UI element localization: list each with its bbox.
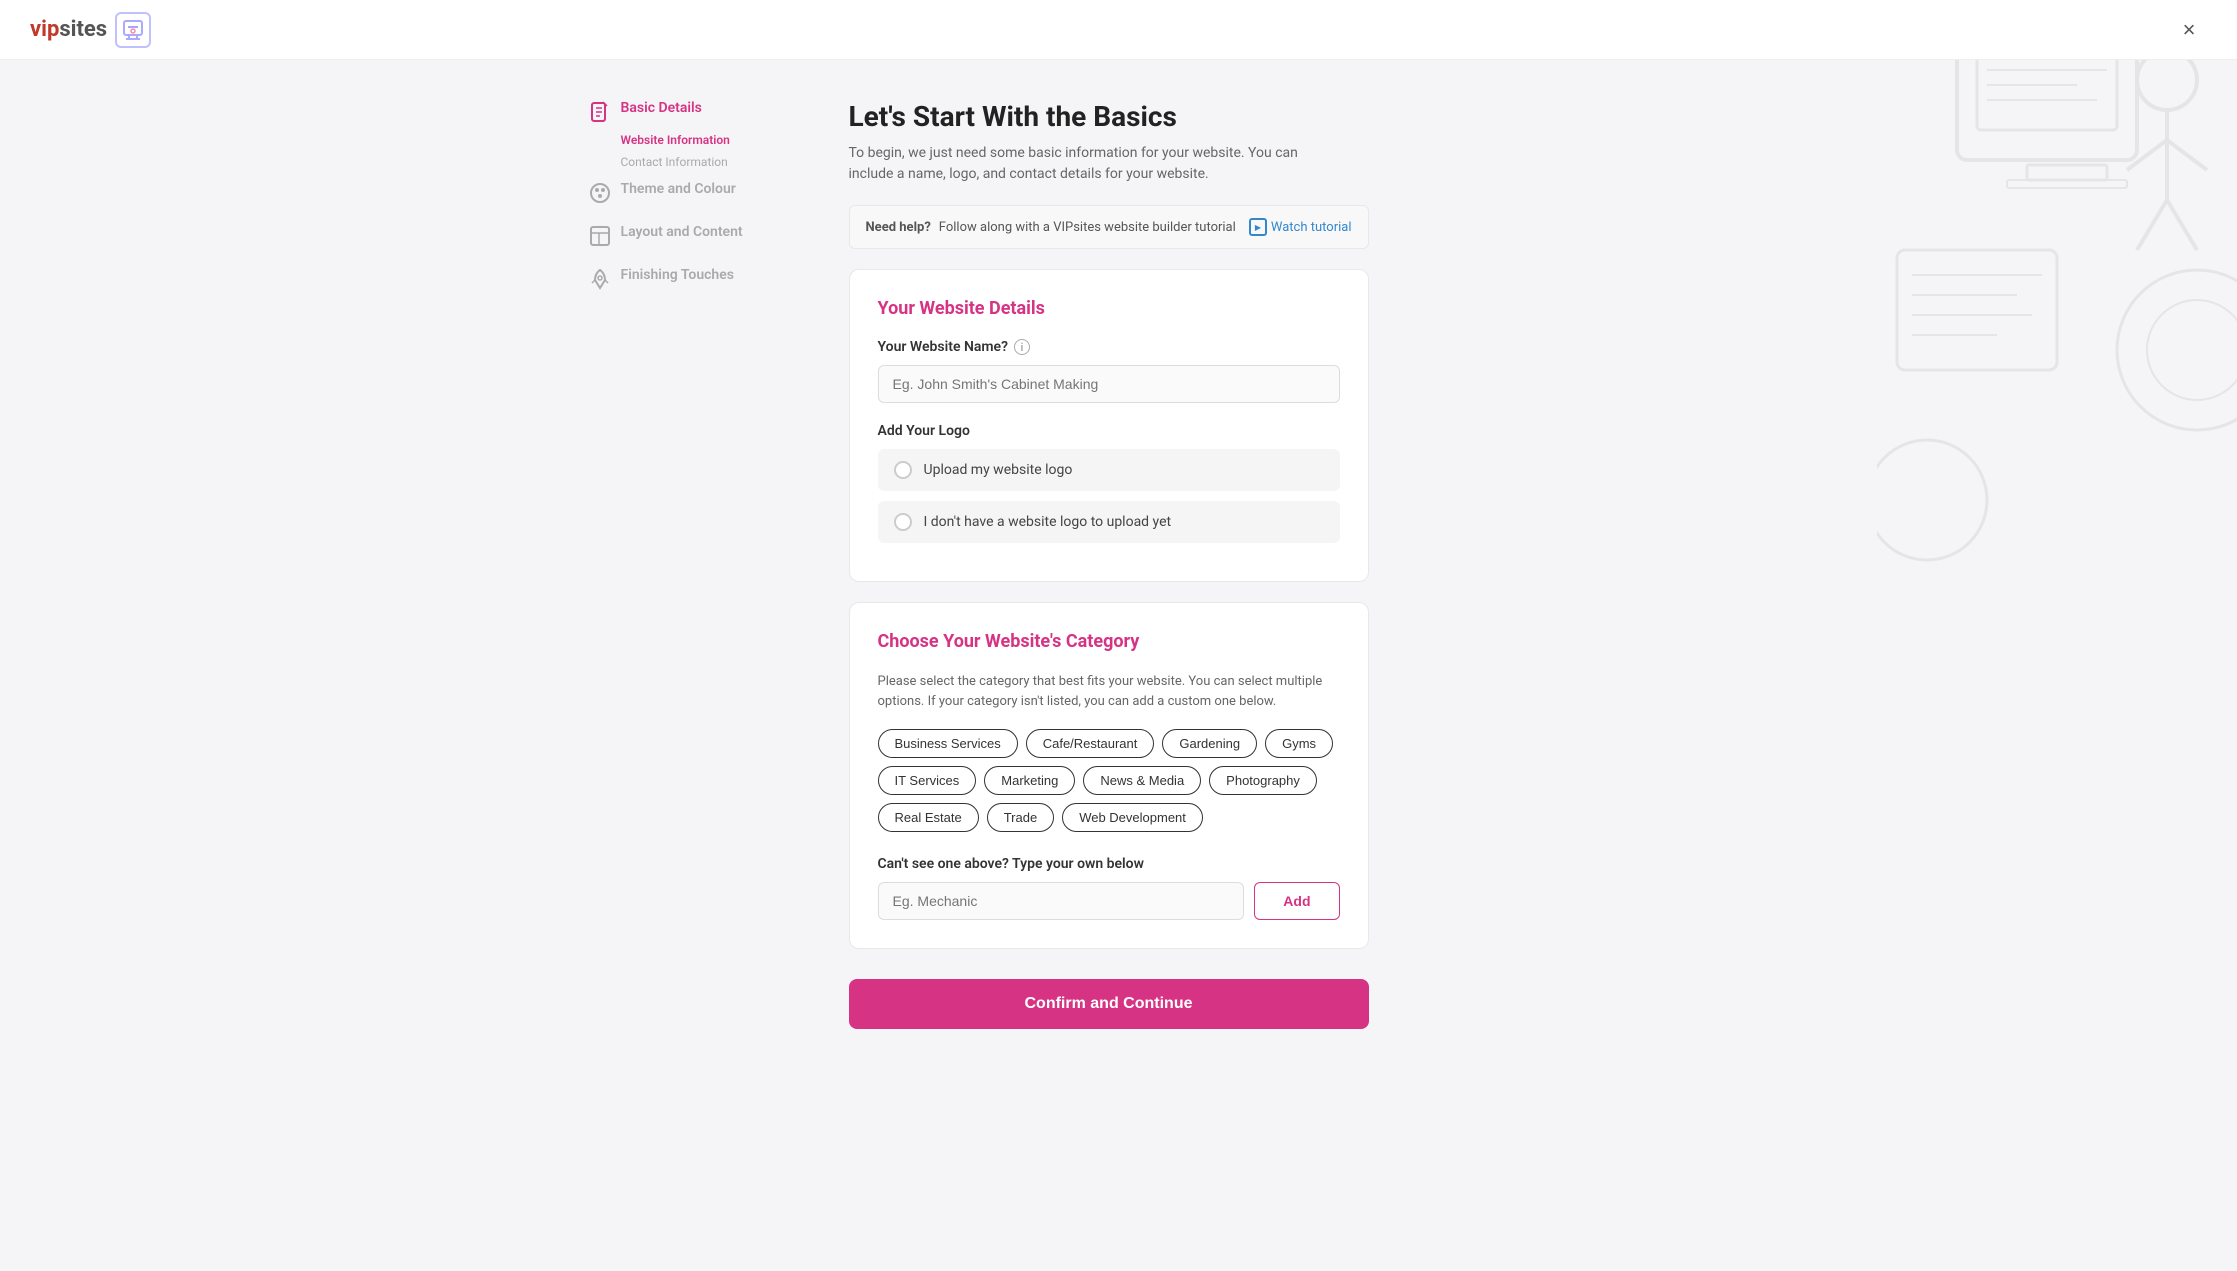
main-content: Let's Start With the Basics To begin, we… [849,100,1369,1029]
play-icon: ▶ [1249,218,1267,236]
page-subtitle: To begin, we just need some basic inform… [849,143,1329,185]
category-tag[interactable]: Gardening [1162,729,1257,758]
category-tag[interactable]: News & Media [1083,766,1201,795]
category-tag[interactable]: Trade [987,803,1054,832]
website-details-title: Your Website Details [878,298,1340,319]
category-tag[interactable]: Real Estate [878,803,979,832]
category-card: Choose Your Website's Category Please se… [849,602,1369,949]
logo-text: vipsites [30,17,107,42]
custom-category-input[interactable] [878,882,1245,920]
watch-tutorial-link[interactable]: ▶ Watch tutorial [1249,218,1352,236]
sidebar-layout-label: Layout and Content [621,224,743,240]
sidebar-item-layout-content[interactable]: Layout and Content [589,224,809,247]
add-category-button[interactable]: Add [1254,882,1339,920]
header: vipsites × [0,0,2237,60]
upload-logo-label: Upload my website logo [924,462,1073,478]
category-tag[interactable]: Business Services [878,729,1018,758]
confirm-button[interactable]: Confirm and Continue [849,979,1369,1029]
category-description: Please select the category that best fit… [878,672,1340,711]
logo-sites: sites [59,17,107,42]
sidebar-sub-basic-details: Website Information Contact Information [589,131,809,171]
layout-icon [589,225,611,247]
no-logo-label: I don't have a website logo to upload ye… [924,514,1172,530]
page-title-area: Let's Start With the Basics To begin, we… [849,100,1369,185]
sidebar-finishing-label: Finishing Touches [621,267,734,283]
rocket-icon [589,268,611,290]
category-title: Choose Your Website's Category [878,631,1340,652]
help-need-help: Need help? [866,220,931,235]
add-logo-label: Add Your Logo [878,423,1340,439]
upload-logo-option[interactable]: Upload my website logo [878,449,1340,491]
website-name-label: Your Website Name? i [878,339,1340,355]
website-name-input[interactable] [878,365,1340,403]
website-details-card: Your Website Details Your Website Name? … [849,269,1369,582]
category-tag[interactable]: Photography [1209,766,1317,795]
help-body-text: Follow along with a VIPsites website bui… [939,220,1236,235]
sidebar-basic-details-label: Basic Details [621,100,702,116]
sidebar: Basic Details Website Information Contac… [589,100,809,1029]
category-tags-container: Business Services Cafe/RestaurantGardenin… [878,729,1340,832]
custom-category-row: Add [878,882,1340,920]
no-logo-radio[interactable] [894,513,912,531]
category-tag[interactable]: Web Development [1062,803,1203,832]
sidebar-item-basic-details[interactable]: Basic Details [589,100,809,123]
logo-area: vipsites [30,12,151,48]
info-icon[interactable]: i [1014,339,1030,355]
category-tag[interactable]: Marketing [984,766,1075,795]
sidebar-item-finishing-touches[interactable]: Finishing Touches [589,267,809,290]
help-banner: Need help? Follow along with a VIPsites … [849,205,1369,249]
page-title: Let's Start With the Basics [849,100,1369,133]
category-tag[interactable]: Cafe/Restaurant [1026,729,1155,758]
sidebar-theme-label: Theme and Colour [621,181,736,197]
category-tag[interactable]: Gyms [1265,729,1333,758]
sidebar-item-theme-colour[interactable]: Theme and Colour [589,181,809,204]
logo-vip: vip [30,17,59,42]
logo-icon [115,12,151,48]
no-logo-option[interactable]: I don't have a website logo to upload ye… [878,501,1340,543]
sidebar-sub-website-info[interactable]: Website Information [621,131,809,149]
category-tag[interactable]: IT Services [878,766,977,795]
custom-category-label: Can't see one above? Type your own below [878,856,1340,872]
watch-label: Watch tutorial [1271,220,1352,235]
sidebar-sub-contact-info[interactable]: Contact Information [621,153,809,171]
close-button[interactable]: × [2171,12,2207,48]
palette-icon [589,182,611,204]
document-icon [589,101,611,123]
upload-logo-radio[interactable] [894,461,912,479]
